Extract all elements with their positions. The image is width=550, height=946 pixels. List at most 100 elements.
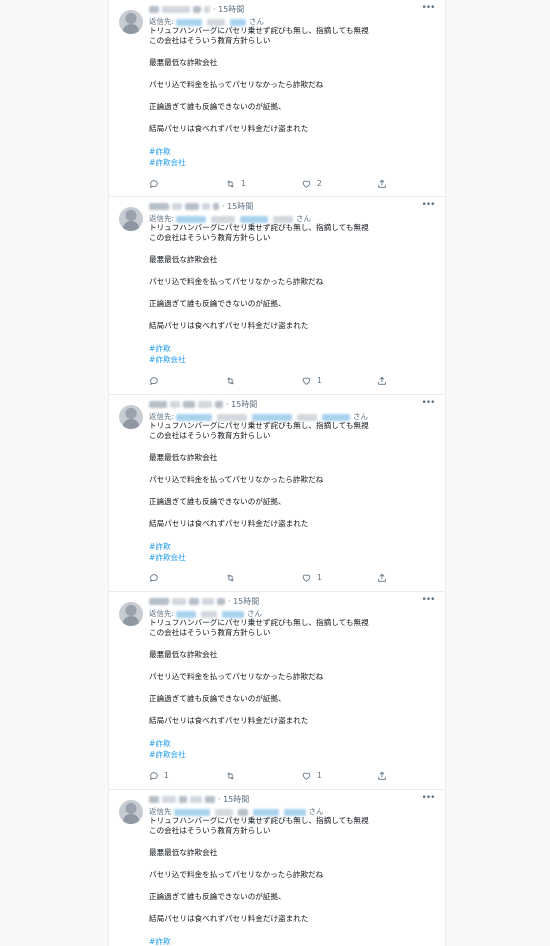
- redacted-username: [205, 796, 215, 803]
- share-button[interactable]: [377, 374, 392, 388]
- avatar[interactable]: [119, 207, 143, 231]
- tweet-text-paragraph: パセリ込で料金を払ってパセリなかったら詐欺だね: [149, 475, 324, 484]
- tweet-card[interactable]: · 15時間 ••• 返信先: さん トリュフハンバーグにパセリ乗せず詫びも無し、指摘し…: [109, 592, 445, 790]
- hashtag-link[interactable]: #詐欺会社: [149, 157, 437, 168]
- tweet-text-paragraph: トリュフハンバーグにパセリ乗せず詫びも無し、指摘しても無視 この会社はそういう教育…: [149, 26, 437, 46]
- avatar[interactable]: [119, 800, 143, 824]
- tweet-header: · 15時間: [149, 794, 389, 806]
- more-icon[interactable]: •••: [421, 201, 436, 211]
- tweet-text-line: トリュフハンバーグにパセリ乗せず詫びも無し、指摘しても無視: [149, 26, 369, 35]
- redacted-mention[interactable]: [222, 610, 245, 618]
- redacted-username: [213, 203, 219, 210]
- retweet-button[interactable]: [225, 769, 241, 783]
- redacted-mention[interactable]: [252, 413, 293, 421]
- reply-button[interactable]: [149, 374, 164, 388]
- retweet-button[interactable]: [225, 374, 241, 388]
- retweet-icon: [225, 179, 241, 188]
- redacted-mention[interactable]: [176, 413, 213, 421]
- redacted-mention[interactable]: [240, 215, 269, 223]
- share-button[interactable]: [377, 177, 392, 191]
- redacted-mention[interactable]: [230, 18, 247, 26]
- reply-icon: [149, 573, 164, 583]
- tweet-timestamp[interactable]: 15時間: [223, 795, 249, 804]
- tweet-text-paragraph: パセリ込で料金を払ってパセリなかったら詐欺だね: [149, 277, 324, 286]
- redacted-mention[interactable]: [252, 808, 279, 816]
- hashtag-link[interactable]: #詐欺: [149, 146, 437, 157]
- more-icon[interactable]: •••: [421, 596, 436, 606]
- redacted-mention[interactable]: [201, 610, 218, 618]
- retweet-button[interactable]: 1: [225, 177, 246, 191]
- share-button[interactable]: [377, 571, 392, 585]
- tweet-text-paragraph: 正論過ぎて誰も反論できないのが証拠、: [149, 497, 286, 506]
- tweet-body: トリュフハンバーグにパセリ乗せず詫びも無し、指摘しても無視 この会社はそういう教育…: [149, 223, 437, 365]
- hashtag-link[interactable]: #詐欺会社: [149, 354, 437, 365]
- redacted-mention[interactable]: [283, 808, 306, 816]
- hashtag-link[interactable]: #詐欺: [149, 738, 437, 749]
- hashtag-link[interactable]: #詐欺: [149, 343, 437, 354]
- tweet-text-paragraph: 結局パセリは食べれずパセリ料金だけ盗まれた: [149, 321, 309, 330]
- redacted-mention[interactable]: [322, 413, 351, 421]
- reply-button[interactable]: 1: [149, 769, 169, 783]
- reply-button[interactable]: [149, 571, 164, 585]
- redacted-mention[interactable]: [176, 215, 207, 223]
- hashtag-link[interactable]: #詐欺: [149, 541, 437, 552]
- redacted-username: [183, 401, 195, 408]
- tweet-text-paragraph: 最悪最低な詐欺会社: [149, 453, 218, 462]
- redacted-mention[interactable]: [217, 413, 248, 421]
- redacted-mention[interactable]: [176, 18, 203, 26]
- like-button[interactable]: 1: [301, 374, 322, 388]
- redacted-username: [190, 796, 202, 803]
- reply-icon: [149, 179, 164, 189]
- redacted-username: [204, 6, 210, 13]
- more-icon[interactable]: •••: [421, 4, 436, 14]
- redacted-mention[interactable]: [237, 808, 248, 816]
- tweet-timestamp[interactable]: 15時間: [233, 597, 259, 606]
- share-button[interactable]: [377, 769, 392, 783]
- redacted-mention[interactable]: [176, 610, 197, 618]
- redacted-username: [217, 598, 225, 605]
- share-icon: [377, 573, 392, 582]
- tweet-timestamp[interactable]: 15時間: [218, 5, 244, 14]
- tweet-timestamp[interactable]: 15時間: [227, 202, 253, 211]
- tweet-text-line: トリュフハンバーグにパセリ乗せず詫びも無し、指摘しても無視: [149, 816, 369, 825]
- like-icon: [301, 573, 317, 582]
- hashtag-link[interactable]: #詐欺: [149, 936, 437, 946]
- tweet-card[interactable]: · 15時間 ••• 返信先 さん トリュフハンバーグにパセリ乗せず詫びも無し、指摘して…: [109, 790, 445, 946]
- action-count: 1: [317, 376, 322, 385]
- redacted-username: [172, 598, 186, 605]
- redacted-mention[interactable]: [214, 808, 233, 816]
- like-button[interactable]: 2: [301, 177, 322, 191]
- redacted-username: [149, 203, 169, 210]
- redacted-mention[interactable]: [173, 808, 210, 816]
- redacted-mention[interactable]: [211, 215, 236, 223]
- timeline[interactable]: · 15時間 ••• 返信先: さん トリュフハンバーグにパセリ乗せず詫びも無し、指摘し…: [108, 0, 446, 946]
- more-icon[interactable]: •••: [421, 794, 436, 804]
- tweet-text-line: トリュフハンバーグにパセリ乗せず詫びも無し、指摘しても無視: [149, 618, 369, 627]
- hashtag-list: #詐欺 #詐欺会社: [149, 541, 437, 563]
- reply-icon: [149, 376, 164, 386]
- retweet-button[interactable]: [225, 571, 241, 585]
- retweet-icon: [225, 376, 241, 385]
- action-count: 1: [164, 771, 169, 780]
- more-icon[interactable]: •••: [421, 399, 436, 409]
- hashtag-link[interactable]: #詐欺会社: [149, 749, 437, 760]
- tweet-card[interactable]: · 15時間 ••• 返信先: さん トリュフハンバーグにパセリ乗せず詫びも無し、指摘し…: [109, 395, 445, 592]
- redacted-username: [179, 796, 187, 803]
- like-button[interactable]: 1: [301, 769, 322, 783]
- tweet-timestamp[interactable]: 15時間: [231, 400, 257, 409]
- avatar[interactable]: [119, 10, 143, 34]
- like-button[interactable]: 1: [301, 571, 322, 585]
- avatar[interactable]: [119, 602, 143, 626]
- hashtag-link[interactable]: #詐欺会社: [149, 552, 437, 563]
- share-icon: [377, 771, 392, 780]
- like-icon: [301, 376, 317, 385]
- reply-prefix: 返信先:: [149, 17, 175, 26]
- redacted-mention[interactable]: [297, 413, 318, 421]
- tweet-card[interactable]: · 15時間 ••• 返信先: さん トリュフハンバーグにパセリ乗せず詫びも無し、指摘し…: [109, 197, 445, 395]
- avatar[interactable]: [119, 405, 143, 429]
- redacted-mention[interactable]: [273, 215, 294, 223]
- reply-prefix: 返信先:: [149, 412, 175, 421]
- reply-button[interactable]: [149, 177, 164, 191]
- redacted-mention[interactable]: [207, 18, 226, 26]
- tweet-card[interactable]: · 15時間 ••• 返信先: さん トリュフハンバーグにパセリ乗せず詫びも無し、指摘し…: [109, 0, 445, 197]
